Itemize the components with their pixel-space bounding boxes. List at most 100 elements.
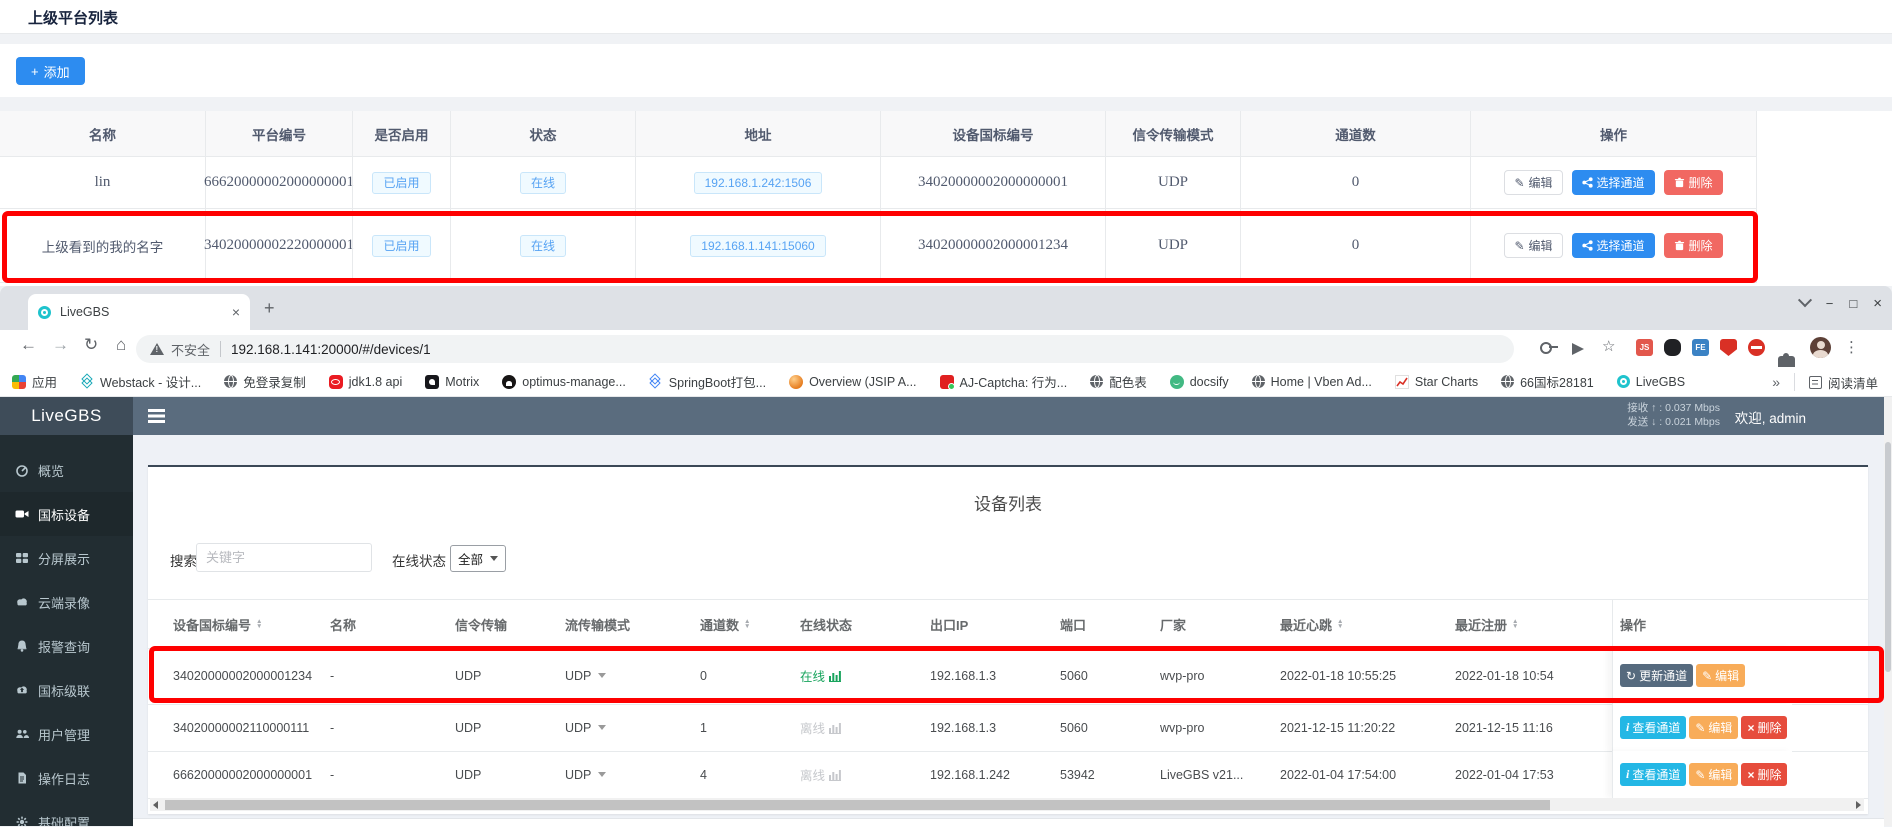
bookmark-apps[interactable]: 应用 <box>12 372 57 391</box>
send-to-device-icon[interactable] <box>1572 343 1584 355</box>
share-icon <box>1582 240 1593 251</box>
bookmark-star-icon[interactable]: ☆ <box>1602 337 1615 355</box>
sidebar-item-gb-devices[interactable]: 国标设备 <box>0 492 133 536</box>
bookmark-optimus[interactable]: optimus-manage... <box>502 375 626 389</box>
extension-shield-icon[interactable] <box>1720 339 1737 356</box>
gear-icon <box>15 815 29 826</box>
scroll-left-arrow-icon[interactable] <box>153 801 158 809</box>
bookmark-webstack[interactable]: Webstack - 设计... <box>80 372 201 391</box>
col-gb-id[interactable]: 设备国标编号▲▼ <box>173 600 323 648</box>
col-heartbeat[interactable]: 最近心跳▲▼ <box>1280 600 1445 648</box>
bookmarks-overflow-chevrons[interactable]: » <box>1772 374 1780 390</box>
bookmark-livegbs[interactable]: LiveGBS <box>1617 375 1685 389</box>
sidebar-item-overview[interactable]: 概览 <box>0 448 133 492</box>
bookmark-copy[interactable]: 免登录复制 <box>224 372 306 391</box>
back-button[interactable]: ← <box>20 335 37 355</box>
bookmark-jsip[interactable]: Overview (JSIP A... <box>789 375 916 389</box>
view-channels-button[interactable]: i查看通道 <box>1620 763 1686 786</box>
app-logo: LiveGBS <box>0 397 133 435</box>
layers-icon <box>649 375 663 389</box>
bookmark-docsify[interactable]: docsify <box>1170 375 1229 389</box>
online-status-select[interactable]: 全部 <box>450 545 506 572</box>
edit-button[interactable]: ✎编辑 <box>1504 233 1562 258</box>
app-content: 设备列表 搜索 在线状态 全部 设备国标编号▲▼ 名称 信令传输 流传输模式 通… <box>133 435 1892 826</box>
sidebar-item-gb-cascade[interactable]: 国标级联 <box>0 668 133 712</box>
edit-button[interactable]: ✎编辑 <box>1504 170 1562 195</box>
horizontal-scrollbar-thumb[interactable] <box>165 800 1550 810</box>
sphere-icon <box>789 375 803 389</box>
col-stream: 流传输模式 <box>565 600 685 648</box>
bookmark-jdk[interactable]: jdk1.8 api <box>329 375 403 389</box>
profile-avatar[interactable] <box>1810 337 1831 358</box>
password-key-icon[interactable] <box>1540 342 1552 354</box>
edit-button[interactable]: ✎编辑 <box>1689 763 1738 786</box>
search-input[interactable] <box>196 543 372 572</box>
bookmark-ajcaptcha[interactable]: AJ-Captcha: 行为... <box>940 372 1068 391</box>
bookmark-palette[interactable]: 配色表 <box>1090 372 1147 391</box>
pencil-icon: ✎ <box>1695 768 1705 782</box>
device-table-row: 34020000002110000111 - UDP UDP 1 离线 192.… <box>148 704 1868 752</box>
extension-dark-icon[interactable] <box>1664 339 1681 356</box>
sidebar-item-cloud-recording[interactable]: 云端录像 <box>0 580 133 624</box>
users-icon <box>15 727 29 741</box>
horizontal-scrollbar[interactable] <box>150 798 1864 811</box>
sidebar-item-operation-log[interactable]: 操作日志 <box>0 756 133 800</box>
add-button[interactable]: + 添加 <box>16 57 85 85</box>
extension-blocker-icon[interactable] <box>1748 339 1765 356</box>
sidebar-toggle-hamburger-icon[interactable] <box>148 409 165 412</box>
stream-mode-dropdown[interactable]: UDP <box>565 704 685 751</box>
globe-icon <box>1090 375 1103 388</box>
tab-close-icon[interactable]: × <box>232 304 240 320</box>
edit-button[interactable]: ✎编辑 <box>1689 716 1738 739</box>
select-channel-button[interactable]: 选择通道 <box>1572 170 1655 195</box>
stream-mode-dropdown[interactable]: UDP <box>565 751 685 798</box>
bookmark-gb28181[interactable]: 66国标28181 <box>1501 372 1594 391</box>
forward-button[interactable]: → <box>52 335 69 355</box>
reading-list-button[interactable]: 阅读清单 <box>1809 373 1878 392</box>
reload-button[interactable]: ↻ <box>84 335 98 355</box>
delete-button[interactable]: 删除 <box>1664 233 1723 258</box>
url-input[interactable]: 不安全 192.168.1.141:20000/#/devices/1 <box>136 335 1514 363</box>
trash-icon <box>1674 177 1685 188</box>
vertical-scrollbar[interactable] <box>1884 397 1892 826</box>
window-chevron-icon[interactable] <box>1798 293 1812 307</box>
bookmark-vben[interactable]: Home | Vben Ad... <box>1252 375 1372 389</box>
delete-button[interactable]: ×删除 <box>1741 716 1787 739</box>
new-tab-button[interactable]: + <box>264 298 275 319</box>
welcome-user[interactable]: 欢迎, admin <box>1735 407 1806 427</box>
stream-mode-dropdown[interactable]: UDP <box>565 647 685 704</box>
window-minimize-button[interactable]: − <box>1826 296 1834 311</box>
home-button[interactable]: ⌂ <box>116 335 126 355</box>
col-name: 名称 <box>330 600 440 648</box>
grid-icon <box>15 551 29 565</box>
bookmark-motrix[interactable]: Motrix <box>425 375 479 389</box>
online-status: 在线 <box>800 666 841 685</box>
livegbs-favicon <box>38 306 51 319</box>
extension-blue-icon[interactable]: FE <box>1692 339 1709 356</box>
browser-tab[interactable]: LiveGBS × <box>28 294 250 330</box>
select-channel-button[interactable]: 选择通道 <box>1572 233 1655 258</box>
bookmark-starcharts[interactable]: Star Charts <box>1395 375 1478 389</box>
col-header-enabled: 是否启用 <box>352 111 450 157</box>
window-maximize-button[interactable]: □ <box>1849 296 1857 311</box>
sort-icon: ▲▼ <box>256 619 262 629</box>
sidebar-item-user-management[interactable]: 用户管理 <box>0 712 133 756</box>
delete-button[interactable]: ×删除 <box>1741 763 1787 786</box>
view-channels-button[interactable]: i查看通道 <box>1620 716 1686 739</box>
sidebar-item-alarm-query[interactable]: 报警查询 <box>0 624 133 668</box>
cell-registered: 2022-01-04 17:53 <box>1455 751 1605 798</box>
sidebar-item-split-screen[interactable]: 分屏展示 <box>0 536 133 580</box>
bookmark-springboot[interactable]: SpringBoot打包... <box>649 372 766 391</box>
delete-button[interactable]: 删除 <box>1664 170 1723 195</box>
extension-js-icon[interactable]: JS <box>1636 339 1653 356</box>
col-channels[interactable]: 通道数▲▼ <box>700 600 790 648</box>
sidebar-item-basic-config[interactable]: 基础配置 <box>0 800 133 826</box>
col-registered[interactable]: 最近注册▲▼ <box>1455 600 1605 648</box>
browser-menu-kebab-icon[interactable]: ⋮ <box>1844 338 1859 356</box>
update-channels-button[interactable]: ↻更新通道 <box>1620 664 1693 687</box>
globe-icon <box>1501 375 1514 388</box>
edit-button[interactable]: ✎编辑 <box>1696 664 1745 687</box>
scroll-right-arrow-icon[interactable] <box>1856 801 1861 809</box>
window-close-button[interactable]: × <box>1873 295 1882 312</box>
vertical-scrollbar-thumb[interactable] <box>1885 442 1891 672</box>
